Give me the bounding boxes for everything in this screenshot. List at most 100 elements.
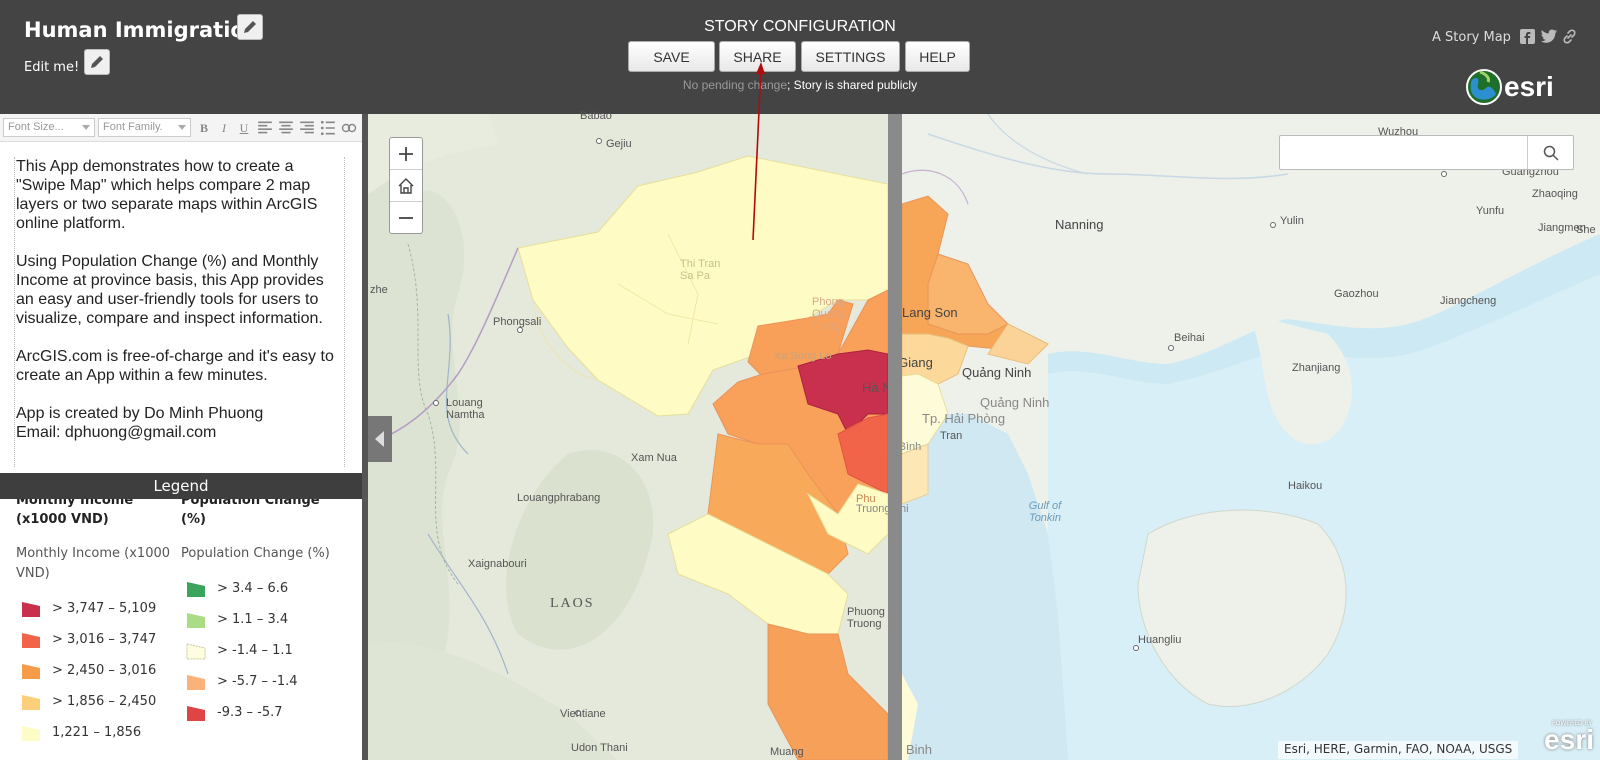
map-label: Phong Quang Trung (812, 296, 846, 332)
map-label: Xa Song Lo (774, 350, 832, 362)
font-size-select[interactable]: Font Size... (3, 118, 95, 137)
income-legend: Monthly Income (x1000 VND) Monthly Incom… (16, 499, 181, 749)
legend-body: Monthly Income (x1000 VND) Monthly Incom… (0, 499, 362, 760)
edit-title-button[interactable] (237, 14, 263, 40)
map-label: Xam Nua (631, 452, 677, 464)
legend-item-label: > 1.1 – 3.4 (217, 612, 289, 627)
minus-icon (399, 217, 413, 219)
map-label: zhe (370, 284, 388, 296)
italic-icon[interactable]: I (216, 120, 232, 136)
map-label: LAOS (550, 596, 595, 611)
insert-link-icon[interactable] (341, 120, 357, 136)
twitter-icon[interactable] (1541, 29, 1557, 43)
map-canvas[interactable] (368, 114, 1600, 760)
map-label: Beihai (1174, 332, 1205, 344)
home-button[interactable] (390, 170, 422, 202)
search-icon (1543, 145, 1559, 161)
link-icon[interactable] (1562, 29, 1577, 44)
legend-swatch (187, 582, 205, 597)
map-label: Louang Namtha (446, 397, 485, 421)
side-panel: Font Size... Font Family. B I U This App… (0, 114, 368, 760)
swipe-map[interactable] (368, 114, 1600, 760)
legend-item: 1,221 – 1,856 (16, 718, 181, 749)
map-label: Muang (770, 746, 804, 758)
plus-icon (399, 146, 413, 161)
zoom-out-button[interactable] (390, 202, 422, 234)
legend-item: > 3,747 – 5,109 (16, 594, 181, 625)
story-configuration-title: STORY CONFIGURATION (704, 18, 896, 35)
legend-item: > 1.1 – 3.4 (181, 605, 346, 636)
legend-item: > 2,450 – 3,016 (16, 656, 181, 687)
city-dot (433, 400, 439, 406)
editor-paragraph: This App demonstrates how to create a "S… (16, 158, 318, 232)
legend-swatch (22, 664, 40, 679)
esri-logo-text: esri (1504, 71, 1554, 102)
save-button[interactable]: SAVE (628, 41, 715, 72)
zoom-in-button[interactable] (390, 138, 422, 170)
shared-status: ; Story is shared publicly (787, 78, 918, 92)
settings-button[interactable]: SETTINGS (801, 41, 900, 72)
map-label: Huangliu (1138, 634, 1182, 646)
city-dot (1168, 345, 1174, 351)
city-dot (596, 138, 602, 144)
bold-icon[interactable]: B (196, 120, 212, 136)
facebook-icon[interactable] (1520, 29, 1535, 44)
legend-subtitle: Population Change (%) (181, 546, 330, 561)
esri-logo[interactable]: esri (1466, 68, 1570, 106)
map-label: Nanning (1055, 217, 1104, 232)
chevron-down-icon (82, 125, 90, 130)
underline-icon[interactable]: U (236, 120, 252, 136)
editor-paragraph: Using Population Change (%) and Monthly … (16, 253, 324, 327)
map-label: Binh (906, 742, 933, 757)
legend-item-label: > 3,747 – 5,109 (52, 601, 157, 616)
legend-swatch (186, 643, 206, 660)
font-family-select[interactable]: Font Family. (98, 118, 191, 137)
legend-title: Population Change (%) (181, 499, 320, 527)
legend-swatch (22, 633, 40, 648)
pencil-icon (244, 21, 256, 33)
editor-paragraph: App is created by Do Minh Phuong (16, 405, 264, 422)
collapse-panel-button[interactable] (368, 416, 392, 462)
swipe-handle[interactable] (888, 114, 902, 760)
align-right-icon[interactable] (299, 120, 315, 136)
legend-subtitle: Monthly Income (x1000 VND) (16, 546, 171, 581)
help-button[interactable]: HELP (905, 41, 970, 72)
legend-item-label: > -5.7 – -1.4 (217, 674, 298, 689)
align-left-icon[interactable] (257, 120, 273, 136)
bullet-list-icon[interactable] (320, 120, 336, 136)
legend-swatch (187, 613, 205, 628)
search-button[interactable] (1527, 136, 1573, 169)
powered-by-esri-logo[interactable]: POWERED BY esri (1530, 720, 1596, 758)
city-dot (1441, 171, 1447, 177)
story-map-link[interactable]: A Story Map (1432, 30, 1511, 45)
align-center-icon[interactable] (278, 120, 294, 136)
map-label: Lang Son (902, 305, 958, 320)
annotation-arrow (752, 62, 765, 241)
chevron-left-icon (375, 431, 384, 447)
font-size-placeholder: Font Size... (8, 121, 64, 133)
map-label: Zhanjiang (1292, 362, 1341, 374)
map-search (1279, 135, 1574, 170)
map-label: Jiangcheng (1440, 295, 1497, 307)
text-editor[interactable]: This App demonstrates how to create a "S… (14, 157, 345, 467)
legend-item-label: > 3.4 – 6.6 (217, 581, 289, 596)
pencil-icon (91, 56, 103, 68)
map-label: Phongsali (493, 316, 542, 328)
legend-item: > 1,856 – 2,450 (16, 687, 181, 718)
edit-subtitle-button[interactable] (84, 49, 110, 75)
map-label: Tp. Hải Phòng (922, 411, 1006, 426)
map-attribution: Esri, HERE, Garmin, FAO, NOAA, USGS (1278, 741, 1519, 759)
map-label: Haikou (1288, 480, 1323, 492)
search-input[interactable] (1280, 136, 1527, 169)
home-icon (398, 177, 414, 194)
legend-header: Legend (0, 473, 362, 499)
map-label: Gejiu (606, 138, 632, 150)
legend-title: Monthly Income (x1000 VND) (16, 499, 134, 527)
font-family-placeholder: Font Family. (103, 121, 163, 133)
legend-item-label: > 1,856 – 2,450 (52, 694, 157, 709)
population-legend: Population Change (%) Population Change … (181, 499, 346, 729)
map-label: Louangphrabang (517, 492, 601, 504)
editor-content[interactable]: This App demonstrates how to create a "S… (15, 157, 344, 442)
map-label: Tran (940, 430, 963, 442)
map-label: Yunfu (1476, 205, 1505, 217)
